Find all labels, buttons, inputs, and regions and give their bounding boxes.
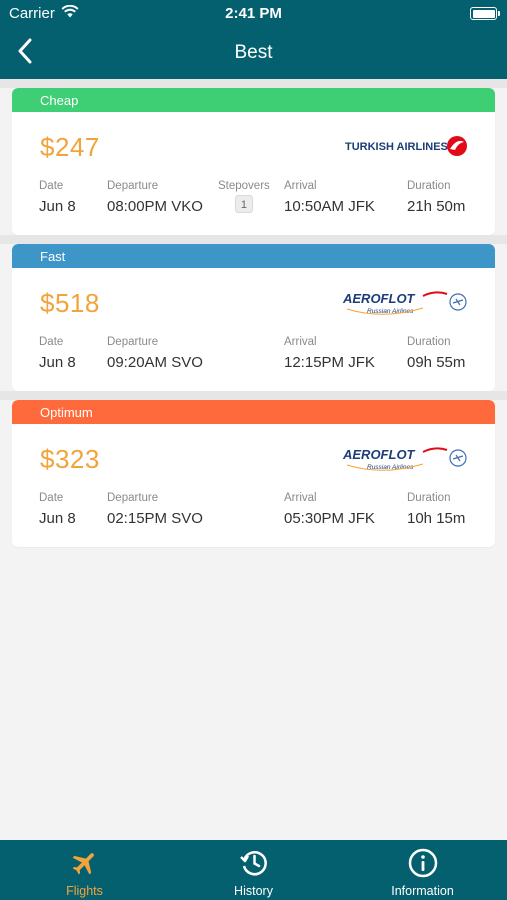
tab-information[interactable]: Information	[338, 840, 507, 900]
arrival-value: 10:50AM JFK	[284, 198, 375, 215]
tab-label: Flights	[66, 884, 103, 898]
duration-label: Duration	[407, 336, 451, 348]
status-bar: Carrier 2:41 PM	[0, 0, 507, 28]
arrival-field: Arrival 05:30PM JFK	[284, 492, 375, 527]
tab-label: History	[234, 884, 273, 898]
price: $518	[40, 288, 100, 318]
tab-flights[interactable]: Flights	[0, 840, 169, 900]
date-value: Jun 8	[39, 354, 76, 371]
category-label: Optimum	[12, 400, 495, 424]
date-label: Date	[39, 492, 64, 504]
history-icon	[238, 848, 270, 878]
date-field: Date Jun 8	[39, 336, 76, 371]
divider	[0, 79, 507, 88]
arrival-label: Arrival	[284, 336, 317, 348]
arrival-label: Arrival	[284, 492, 317, 504]
tab-label: Information	[391, 884, 454, 898]
tab-bar: Flights History Information	[0, 840, 507, 900]
flight-card-fast[interactable]: Fast $518 AEROFLOT Russian Airlines Date…	[12, 244, 495, 391]
price: $247	[40, 132, 100, 162]
stopovers-field: Stepovers 1	[218, 180, 270, 213]
departure-label: Departure	[107, 180, 159, 192]
stopovers-label: Stepovers	[218, 180, 270, 192]
duration-field: Duration 21h 50m	[407, 180, 465, 215]
departure-value: 02:15PM SVO	[107, 510, 203, 527]
turkish-airlines-logo: TURKISH AIRLINES	[345, 134, 469, 163]
date-label: Date	[39, 180, 64, 192]
info-icon	[407, 848, 439, 878]
page-title: Best	[234, 42, 273, 63]
departure-field: Departure 02:15PM SVO	[107, 492, 203, 527]
flight-results-list: Cheap $247 TURKISH AIRLINES Date Jun 8 D…	[0, 79, 507, 547]
departure-field: Departure 09:20AM SVO	[107, 336, 203, 371]
departure-label: Departure	[107, 492, 159, 504]
category-label: Cheap	[12, 88, 495, 112]
duration-field: Duration 10h 15m	[407, 492, 465, 527]
date-label: Date	[39, 336, 64, 348]
svg-text:AEROFLOT: AEROFLOT	[343, 447, 416, 462]
flight-card-body: $323 AEROFLOT Russian Airlines Date Jun …	[12, 424, 495, 547]
flight-card-cheap[interactable]: Cheap $247 TURKISH AIRLINES Date Jun 8 D…	[12, 88, 495, 235]
duration-value: 21h 50m	[407, 198, 466, 215]
tab-history[interactable]: History	[169, 840, 338, 900]
date-value: Jun 8	[39, 198, 76, 215]
duration-label: Duration	[407, 492, 451, 504]
date-field: Date Jun 8	[39, 492, 76, 527]
price: $323	[40, 444, 100, 474]
duration-value: 09h 55m	[407, 354, 466, 371]
departure-label: Departure	[107, 336, 159, 348]
departure-value: 08:00PM VKO	[107, 198, 203, 215]
arrival-value: 12:15PM JFK	[284, 354, 375, 371]
date-value: Jun 8	[39, 510, 76, 527]
svg-text:AEROFLOT: AEROFLOT	[343, 291, 416, 306]
flight-card-body: $518 AEROFLOT Russian Airlines Date Jun …	[12, 268, 495, 391]
airplane-icon	[70, 848, 100, 878]
departure-value: 09:20AM SVO	[107, 354, 203, 371]
status-time: 2:41 PM	[225, 5, 282, 22]
arrival-value: 05:30PM JFK	[284, 510, 375, 527]
duration-value: 10h 15m	[407, 510, 466, 527]
flight-card-optimum[interactable]: Optimum $323 AEROFLOT Russian Airlines D…	[12, 400, 495, 547]
arrival-label: Arrival	[284, 180, 317, 192]
svg-text:TURKISH AIRLINES: TURKISH AIRLINES	[345, 141, 448, 153]
header-bar: Carrier 2:41 PM Best	[0, 0, 507, 79]
nav-row: Best	[0, 28, 507, 79]
arrival-field: Arrival 10:50AM JFK	[284, 180, 375, 215]
battery-icon	[470, 7, 500, 20]
category-label: Fast	[12, 244, 495, 268]
duration-field: Duration 09h 55m	[407, 336, 465, 371]
divider	[0, 391, 507, 400]
divider	[0, 235, 507, 244]
arrival-field: Arrival 12:15PM JFK	[284, 336, 375, 371]
aeroflot-logo: AEROFLOT Russian Airlines	[342, 290, 469, 323]
departure-field: Departure 08:00PM VKO	[107, 180, 203, 215]
date-field: Date Jun 8	[39, 180, 76, 215]
duration-label: Duration	[407, 180, 451, 192]
aeroflot-logo: AEROFLOT Russian Airlines	[342, 446, 469, 479]
flight-card-body: $247 TURKISH AIRLINES Date Jun 8 Departu…	[12, 112, 495, 235]
stopovers-badge: 1	[234, 195, 253, 213]
